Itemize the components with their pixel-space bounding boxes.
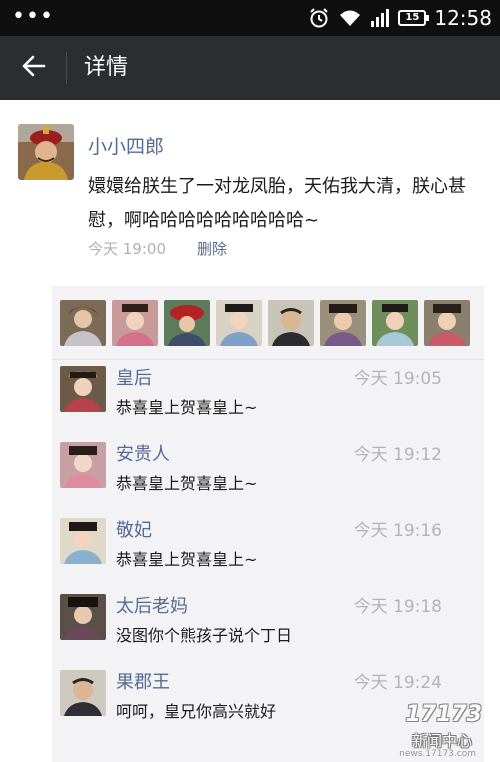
comment-text: 没图你个熊孩子说个丁日 [116, 626, 293, 645]
comment-text: 恭喜皇上贺喜皇上~ [116, 474, 258, 493]
status-bar: ••• 15 12:58 [0, 0, 500, 36]
comment-item: 敬妃 今天 19:16 恭喜皇上贺喜皇上~ [52, 516, 484, 592]
commenter-name[interactable]: 敬妃 [116, 516, 152, 542]
comment-text: 呵呵，皇兄你高兴就好 [116, 702, 277, 721]
comment-timestamp: 今天 19:05 [353, 369, 442, 389]
likes-comments-panel: 皇后 今天 19:05 恭喜皇上贺喜皇上~ 安贵人 今天 19:12 恭喜皇上贺… [52, 286, 484, 762]
liker-avatar[interactable] [320, 300, 366, 346]
comment-timestamp: 今天 19:12 [353, 445, 442, 465]
commenter-avatar[interactable] [60, 670, 106, 716]
liker-avatar[interactable] [372, 300, 418, 346]
comment-timestamp: 今天 19:24 [353, 673, 442, 693]
comment-timestamp: 今天 19:18 [353, 597, 442, 617]
status-clock: 12:58 [434, 6, 492, 30]
liker-avatar[interactable] [164, 300, 210, 346]
alarm-icon [308, 7, 330, 29]
commenter-avatar[interactable] [60, 594, 106, 640]
notification-dots: ••• [12, 4, 54, 29]
comment-timestamp: 今天 19:16 [353, 521, 442, 541]
likes-row [60, 300, 470, 346]
commenter-avatar[interactable] [60, 442, 106, 488]
post-timestamp: 今天 19:00 [88, 240, 166, 258]
comment-item: 安贵人 今天 19:12 恭喜皇上贺喜皇上~ [52, 440, 484, 516]
liker-avatar[interactable] [112, 300, 158, 346]
app-header: 详情 [0, 36, 500, 100]
comment-text: 恭喜皇上贺喜皇上~ [116, 398, 258, 417]
comment-item: 太后老妈 今天 19:18 没图你个熊孩子说个丁日 [52, 592, 484, 668]
post-text: 嬛嬛给朕生了一对龙凤胎，天佑我大清，朕心甚慰，啊哈哈哈哈哈哈哈哈哈~ [88, 176, 466, 231]
status-icons: 15 12:58 [308, 4, 492, 32]
wifi-icon [338, 8, 362, 28]
liker-avatar[interactable] [216, 300, 262, 346]
commenter-avatar[interactable] [60, 366, 106, 412]
page-title: 详情 [84, 55, 129, 80]
commenter-name[interactable]: 果郡王 [116, 668, 170, 694]
commenter-avatar[interactable] [60, 518, 106, 564]
watermark: 17173 新闻中心 news.17173.com [372, 700, 492, 760]
watermark-site: 新闻中心 [411, 732, 472, 750]
arrow-left-icon [20, 54, 46, 82]
watermark-logo: 17173 [405, 702, 482, 727]
post-author-name[interactable]: 小小四郎 [88, 132, 164, 159]
commenter-name[interactable]: 皇后 [116, 364, 152, 390]
liker-avatar[interactable] [268, 300, 314, 346]
signal-icon [370, 8, 390, 28]
liker-avatar[interactable] [424, 300, 470, 346]
back-button[interactable] [0, 36, 66, 100]
comment-text: 恭喜皇上贺喜皇上~ [116, 550, 258, 569]
delete-post-link[interactable]: 删除 [197, 238, 227, 259]
comments-divider [52, 359, 484, 360]
commenter-name[interactable]: 太后老妈 [116, 592, 188, 618]
battery-icon: 15 [398, 10, 430, 26]
comment-item: 皇后 今天 19:05 恭喜皇上贺喜皇上~ [52, 364, 484, 440]
post-author-avatar[interactable] [18, 124, 74, 180]
watermark-url: news.17173.com [399, 749, 476, 759]
commenter-name[interactable]: 安贵人 [116, 440, 170, 466]
header-divider [66, 52, 67, 84]
liker-avatar[interactable] [60, 300, 106, 346]
